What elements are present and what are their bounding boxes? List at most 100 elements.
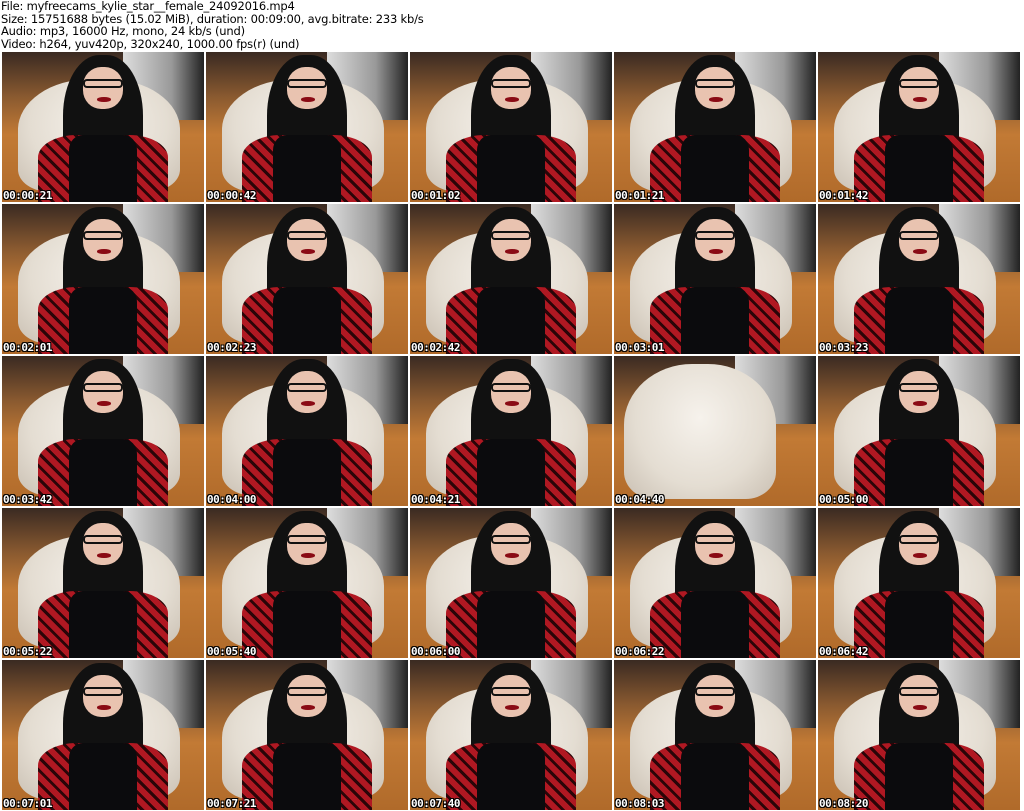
video-thumbnail: 00:07:21 bbox=[206, 660, 408, 810]
thumbnail-timestamp: 00:08:03 bbox=[615, 797, 664, 810]
thumbnail-glasses bbox=[898, 79, 940, 88]
thumbnail-face bbox=[490, 523, 532, 565]
thumbnail-face bbox=[286, 371, 328, 413]
thumbnail-face bbox=[82, 371, 124, 413]
thumbnail-lips bbox=[912, 705, 928, 710]
thumbnail-face bbox=[286, 675, 328, 717]
thumbnail-face bbox=[82, 523, 124, 565]
video-thumbnail: 00:03:42 bbox=[2, 356, 204, 506]
video-thumbnail: 00:01:42 bbox=[818, 52, 1020, 202]
thumbnail-lips bbox=[708, 249, 724, 254]
thumbnail-face bbox=[898, 523, 940, 565]
thumbnail-glasses bbox=[490, 383, 532, 392]
thumbnail-timestamp: 00:03:42 bbox=[3, 493, 52, 506]
thumbnail-face bbox=[694, 219, 736, 261]
thumbnail-face bbox=[82, 67, 124, 109]
thumbnail-face bbox=[490, 371, 532, 413]
thumbnail-timestamp: 00:05:40 bbox=[207, 645, 256, 658]
thumbnail-top bbox=[884, 590, 954, 658]
thumbnail-glasses bbox=[490, 535, 532, 544]
thumbnail-lips bbox=[300, 401, 316, 406]
thumbnail-lips bbox=[504, 249, 520, 254]
video-thumbnail: 00:05:00 bbox=[818, 356, 1020, 506]
thumbnail-timestamp: 00:03:01 bbox=[615, 341, 664, 354]
thumbnail-top bbox=[884, 286, 954, 354]
thumbnail-top bbox=[476, 742, 546, 810]
video-thumbnail: 00:02:23 bbox=[206, 204, 408, 354]
thumbnail-lips bbox=[300, 97, 316, 102]
thumbnail-face bbox=[694, 523, 736, 565]
thumbnail-lips bbox=[96, 401, 112, 406]
thumbnail-lips bbox=[912, 401, 928, 406]
thumbnail-lips bbox=[300, 705, 316, 710]
thumbnail-lips bbox=[708, 705, 724, 710]
video-thumbnail: 00:03:23 bbox=[818, 204, 1020, 354]
thumbnail-glasses bbox=[490, 687, 532, 696]
thumbnail-face bbox=[898, 371, 940, 413]
video-thumbnail: 00:04:21 bbox=[410, 356, 612, 506]
thumbnail-lips bbox=[96, 249, 112, 254]
thumbnail-lips bbox=[504, 97, 520, 102]
thumbnail-glasses bbox=[490, 79, 532, 88]
thumbnail-top bbox=[68, 590, 138, 658]
thumbnail-face bbox=[490, 219, 532, 261]
thumbnail-top bbox=[680, 590, 750, 658]
thumbnail-glasses bbox=[898, 231, 940, 240]
thumbnail-top bbox=[476, 286, 546, 354]
thumbnail-lips bbox=[912, 97, 928, 102]
thumbnail-top bbox=[884, 742, 954, 810]
video-thumbnail: 00:06:42 bbox=[818, 508, 1020, 658]
thumbnail-timestamp: 00:02:01 bbox=[3, 341, 52, 354]
thumbnail-timestamp: 00:02:23 bbox=[207, 341, 256, 354]
thumbnail-timestamp: 00:01:42 bbox=[819, 189, 868, 202]
thumbnail-top bbox=[884, 134, 954, 202]
thumbnail-glasses bbox=[694, 687, 736, 696]
video-thumbnail: 00:08:20 bbox=[818, 660, 1020, 810]
file-info-header: File: myfreecams_kylie_star__female_2409… bbox=[1, 0, 424, 50]
video-thumbnail: 00:01:02 bbox=[410, 52, 612, 202]
thumbnail-timestamp: 00:01:21 bbox=[615, 189, 664, 202]
thumbnail-grid: 00:00:21 00:00:42 00:01:02 00:01:21 00:01:42… bbox=[2, 52, 1020, 810]
thumbnail-face bbox=[898, 675, 940, 717]
thumbnail-timestamp: 00:06:00 bbox=[411, 645, 460, 658]
thumbnail-face bbox=[694, 67, 736, 109]
thumbnail-face bbox=[898, 67, 940, 109]
thumbnail-top bbox=[68, 134, 138, 202]
thumbnail-lips bbox=[504, 705, 520, 710]
thumbnail-face bbox=[286, 219, 328, 261]
thumbnail-timestamp: 00:03:23 bbox=[819, 341, 868, 354]
thumbnail-timestamp: 00:00:42 bbox=[207, 189, 256, 202]
thumbnail-top bbox=[476, 134, 546, 202]
thumbnail-timestamp: 00:05:00 bbox=[819, 493, 868, 506]
video-thumbnail: 00:04:40 bbox=[614, 356, 816, 506]
video-thumbnail: 00:05:40 bbox=[206, 508, 408, 658]
thumbnail-glasses bbox=[898, 687, 940, 696]
thumbnail-lips bbox=[708, 97, 724, 102]
thumbnail-glasses bbox=[694, 535, 736, 544]
thumbnail-glasses bbox=[286, 79, 328, 88]
audio-info: Audio: mp3, 16000 Hz, mono, 24 kb/s (und… bbox=[1, 24, 245, 38]
thumbnail-glasses bbox=[898, 535, 940, 544]
thumbnail-timestamp: 00:06:42 bbox=[819, 645, 868, 658]
thumbnail-top bbox=[68, 438, 138, 506]
thumbnail-chair bbox=[624, 363, 776, 499]
thumbnail-top bbox=[272, 590, 342, 658]
thumbnail-lips bbox=[912, 249, 928, 254]
thumbnail-top bbox=[272, 438, 342, 506]
file-name: File: myfreecams_kylie_star__female_2409… bbox=[1, 0, 295, 13]
thumbnail-top bbox=[680, 134, 750, 202]
thumbnail-top bbox=[884, 438, 954, 506]
thumbnail-face bbox=[694, 675, 736, 717]
video-thumbnail: 00:08:03 bbox=[614, 660, 816, 810]
thumbnail-timestamp: 00:06:22 bbox=[615, 645, 664, 658]
thumbnail-timestamp: 00:00:21 bbox=[3, 189, 52, 202]
thumbnail-lips bbox=[300, 249, 316, 254]
thumbnail-timestamp: 00:07:01 bbox=[3, 797, 52, 810]
thumbnail-lips bbox=[96, 705, 112, 710]
thumbnail-lips bbox=[504, 553, 520, 558]
video-thumbnail: 00:02:01 bbox=[2, 204, 204, 354]
thumbnail-timestamp: 00:04:21 bbox=[411, 493, 460, 506]
thumbnail-face bbox=[490, 675, 532, 717]
thumbnail-glasses bbox=[82, 687, 124, 696]
video-thumbnail: 00:07:40 bbox=[410, 660, 612, 810]
